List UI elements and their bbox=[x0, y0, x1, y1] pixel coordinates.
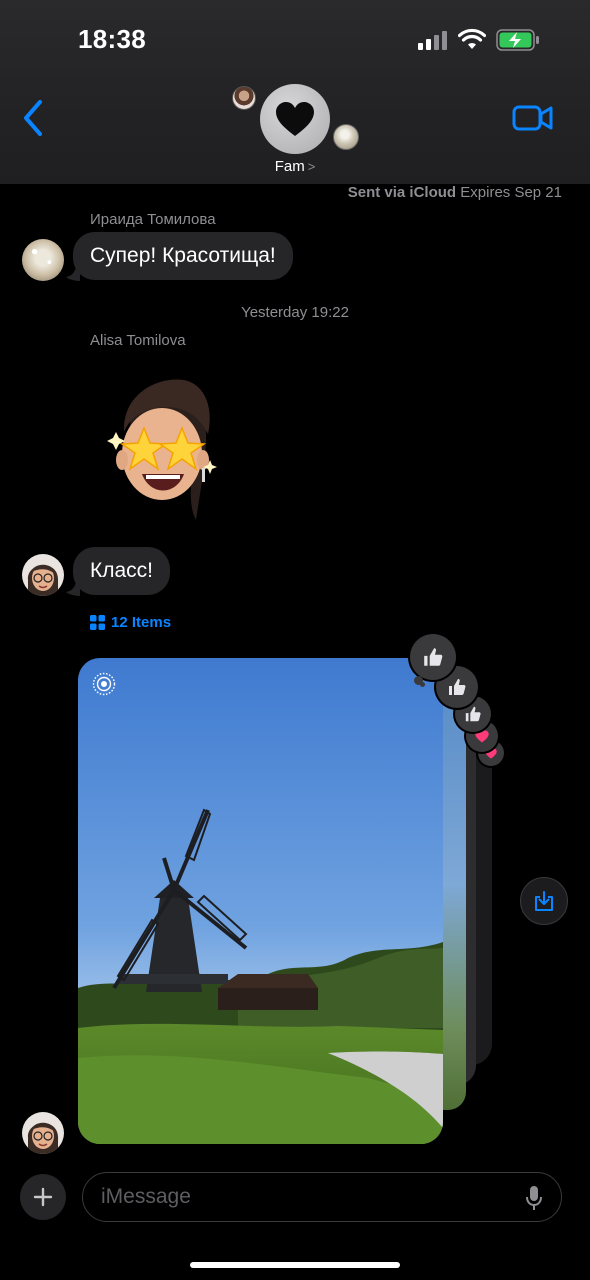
memoji-avatar-icon bbox=[27, 1122, 59, 1154]
expiry-label: Expires Sep 21 bbox=[460, 184, 562, 201]
group-name-label: Fam bbox=[274, 158, 305, 175]
message-input[interactable]: iMessage bbox=[82, 1172, 562, 1222]
microphone-icon[interactable] bbox=[525, 1185, 543, 1211]
tapback-like[interactable] bbox=[410, 634, 456, 680]
grid-icon bbox=[90, 615, 105, 630]
chevron-right-icon: > bbox=[307, 159, 316, 174]
delivery-status: Sent via iCloud Expires Sep 21 bbox=[348, 184, 562, 201]
back-chevron-icon[interactable] bbox=[18, 98, 48, 138]
member-avatar-small bbox=[333, 124, 359, 150]
thumbs-up-icon bbox=[424, 648, 443, 666]
member-avatar-small bbox=[232, 86, 256, 110]
group-avatar[interactable] bbox=[260, 84, 330, 154]
windmill-photo[interactable] bbox=[78, 658, 443, 1144]
video-camera-icon[interactable] bbox=[512, 102, 554, 134]
message-input-placeholder: iMessage bbox=[101, 1185, 191, 1208]
timestamp: Yesterday 19:22 bbox=[241, 304, 349, 321]
save-download-icon[interactable] bbox=[520, 877, 568, 925]
group-name[interactable]: Fam > bbox=[0, 158, 590, 175]
avatar[interactable] bbox=[22, 554, 64, 596]
sender-name: Ираида Томилова bbox=[90, 211, 216, 228]
memoji-avatar-icon bbox=[27, 564, 59, 596]
collection-count: 12 Items bbox=[111, 614, 172, 631]
home-indicator bbox=[190, 1262, 400, 1268]
avatar[interactable] bbox=[22, 239, 64, 281]
download-tray-icon bbox=[535, 891, 553, 911]
message-bubble[interactable]: Класс! bbox=[73, 547, 170, 595]
message-bubble[interactable]: Супер! Красотища! bbox=[73, 232, 293, 280]
sent-via-label: Sent via iCloud bbox=[347, 184, 457, 201]
apps-plus-button[interactable] bbox=[20, 1174, 66, 1220]
heart-icon bbox=[276, 102, 314, 136]
thumbs-up-icon bbox=[449, 679, 466, 695]
wifi-icon bbox=[458, 28, 486, 49]
live-photo-icon[interactable] bbox=[92, 672, 116, 696]
cellular-signal-icon bbox=[418, 31, 447, 50]
plus-icon bbox=[33, 1187, 53, 1207]
conversation-header: 18:38 Fam > bbox=[0, 0, 590, 184]
status-time: 18:38 bbox=[78, 24, 146, 54]
avatar[interactable] bbox=[22, 1112, 64, 1154]
thumbs-up-icon bbox=[465, 706, 481, 722]
battery-charging-icon bbox=[496, 29, 539, 51]
tapback-tail bbox=[420, 682, 425, 687]
memoji-sticker[interactable] bbox=[104, 370, 224, 535]
collection-items-link[interactable]: 12 Items bbox=[90, 614, 171, 631]
sender-name: Alisa Tomilova bbox=[90, 332, 186, 349]
